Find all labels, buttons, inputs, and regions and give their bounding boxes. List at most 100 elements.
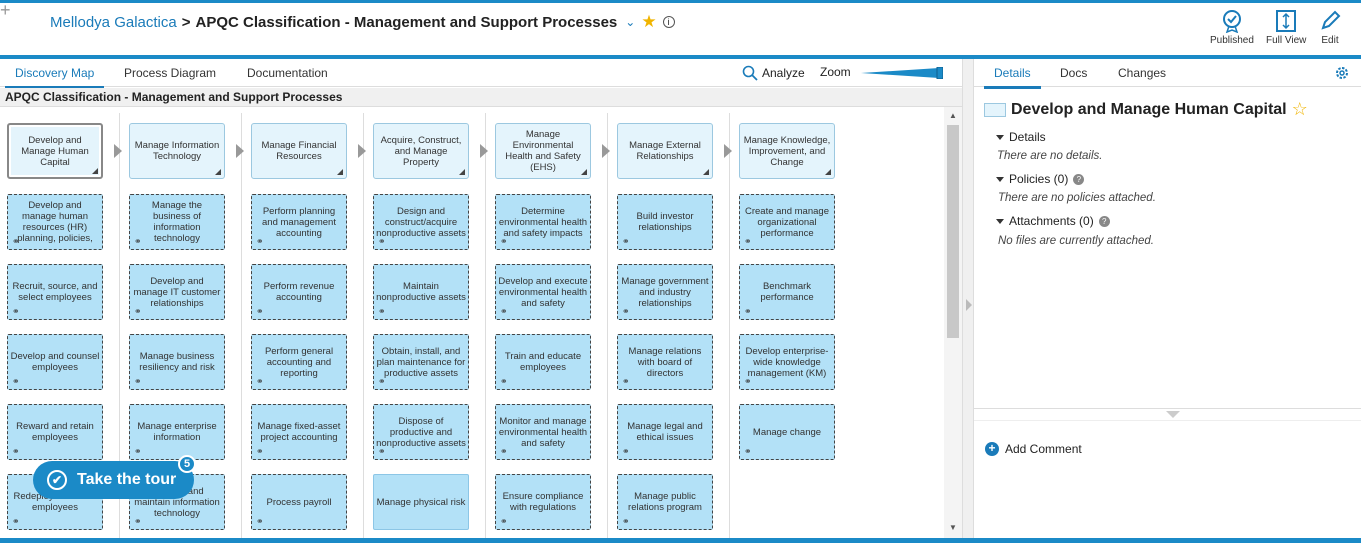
left-tab-bar: Discovery Map Process Diagram Documentat… [0, 59, 962, 89]
scroll-up-icon[interactable]: ▲ [949, 111, 957, 120]
tab-details[interactable]: Details [984, 66, 1041, 89]
process-child-box[interactable]: Create and manage organizational perform… [739, 194, 835, 250]
process-child-box[interactable]: Manage fixed-asset project accounting ⚭ [251, 404, 347, 460]
link-icon: ⚭ [622, 516, 630, 526]
plus-circle-icon: + [985, 442, 999, 456]
details-section-toggle[interactable]: Details [996, 130, 1046, 144]
link-icon: ⚭ [134, 446, 142, 456]
process-child-label: Develop and manage IT customer relations… [133, 275, 221, 309]
process-child-box[interactable]: Manage enterprise information ⚭ [129, 404, 225, 460]
pane-splitter[interactable] [962, 59, 974, 538]
process-header-box[interactable]: Manage Information Technology [129, 123, 225, 179]
process-header-box[interactable]: Manage External Relationships [617, 123, 713, 179]
flow-arrow-icon [602, 144, 610, 158]
process-child-box[interactable]: Manage business resiliency and risk ⚭ [129, 334, 225, 390]
process-child-box[interactable]: Determine environmental health and safet… [495, 194, 591, 250]
process-child-label: Train and educate employees [504, 351, 582, 373]
link-icon: ⚭ [500, 236, 508, 246]
tab-documentation[interactable]: Documentation [247, 66, 328, 80]
drilldown-corner-icon [215, 169, 221, 175]
process-header-box[interactable]: Acquire, Construct, and Manage Property [373, 123, 469, 179]
gear-icon[interactable] [1334, 65, 1350, 81]
zoom-slider[interactable] [861, 67, 943, 79]
process-child-label: Build investor relationships [636, 211, 694, 233]
right-tab-bar: Details Docs Changes [974, 59, 1361, 89]
process-child-box[interactable]: Benchmark performance ⚭ [739, 264, 835, 320]
process-child-box[interactable]: Recruit, source, and select employees ⚭ [7, 264, 103, 320]
process-child-box[interactable]: Monitor and manage environmental health … [495, 404, 591, 460]
info-icon[interactable]: i [662, 16, 675, 28]
attachments-section-toggle[interactable]: Attachments (0) ? [996, 214, 1110, 228]
add-comment-button[interactable]: + Add Comment [985, 442, 1082, 456]
breadcrumb-link[interactable]: Mellodya Galactica [50, 14, 177, 31]
process-child-label: Manage legal and ethical issues [627, 421, 703, 443]
policies-section-toggle[interactable]: Policies (0) ? [996, 172, 1085, 186]
process-child-label: Ensure compliance with regulations [502, 491, 584, 513]
process-child-box[interactable]: Manage government and industry relations… [617, 264, 713, 320]
process-child-label: Benchmark performance [760, 281, 814, 303]
tab-process-diagram[interactable]: Process Diagram [124, 66, 216, 80]
process-child-label: Manage relations with board of directors [628, 345, 702, 379]
process-child-box[interactable]: Develop and counsel employees ⚭ [7, 334, 103, 390]
edit-button[interactable]: Edit [1318, 9, 1342, 46]
help-icon[interactable]: ? [1098, 215, 1110, 227]
process-child-box[interactable]: Train and educate employees ⚭ [495, 334, 591, 390]
process-child-box[interactable]: Manage relations with board of directors… [617, 334, 713, 390]
scrollbar-thumb[interactable] [947, 125, 959, 338]
process-child-box[interactable]: Develop and manage human resources (HR) … [7, 194, 103, 250]
process-child-box[interactable]: Manage the business of information techn… [129, 194, 225, 250]
help-icon[interactable]: ? [1073, 173, 1085, 185]
process-child-box[interactable]: Develop and manage IT customer relations… [129, 264, 225, 320]
process-child-box[interactable]: Manage change ⚭ [739, 404, 835, 460]
details-section-label: Details [1009, 130, 1046, 144]
vertical-scrollbar[interactable]: ▲ ▼ [944, 107, 962, 538]
take-the-tour-button[interactable]: ✔ Take the tour 5 [33, 455, 196, 499]
process-header-box[interactable]: Manage Environmental Health and Safety (… [495, 123, 591, 179]
tab-docs[interactable]: Docs [1060, 66, 1087, 80]
process-child-box[interactable]: Design and construct/acquire nonproducti… [373, 194, 469, 250]
chevron-down-icon[interactable]: ⌄ [625, 15, 635, 29]
favorite-star-icon[interactable]: ☆ [1292, 99, 1308, 120]
process-child-box[interactable]: Build investor relationships ⚭ [617, 194, 713, 250]
process-child-box[interactable]: Reward and retain employees ⚭ [7, 404, 103, 460]
link-icon: ⚭ [744, 236, 752, 246]
process-child-box[interactable]: Manage legal and ethical issues ⚭ [617, 404, 713, 460]
process-child-box[interactable]: Dispose of productive and nonproductive … [373, 404, 469, 460]
process-child-box[interactable]: Perform general accounting and reporting… [251, 334, 347, 390]
process-header-box[interactable]: Manage Knowledge, Improvement, and Chang… [739, 123, 835, 179]
analyze-button[interactable]: Analyze [742, 65, 805, 81]
process-child-label: Manage business resiliency and risk [139, 351, 215, 373]
flow-arrow-icon [358, 144, 366, 158]
process-child-label: Manage the business of information techn… [151, 200, 203, 244]
process-header-box[interactable]: Manage Financial Resources [251, 123, 347, 179]
flow-arrow-icon [114, 144, 122, 158]
tab-discovery-map[interactable]: Discovery Map [4, 66, 105, 89]
favorite-star-icon[interactable]: ★ [641, 12, 656, 32]
comments-divider [974, 408, 1361, 409]
process-child-box[interactable]: Obtain, install, and plan maintenance fo… [373, 334, 469, 390]
link-icon: ⚭ [256, 236, 264, 246]
process-child-box[interactable]: Perform planning and management accounti… [251, 194, 347, 250]
link-icon: ⚭ [744, 376, 752, 386]
process-child-box[interactable]: Develop and execute environmental health… [495, 264, 591, 320]
process-child-box[interactable]: Develop enterprise-wide knowledge manage… [739, 334, 835, 390]
process-child-box[interactable]: Ensure compliance with regulations ⚭ [495, 474, 591, 530]
scroll-down-icon[interactable]: ▼ [949, 523, 957, 532]
process-child-box[interactable]: Manage public relations program ⚭ [617, 474, 713, 530]
process-header-box[interactable]: Develop and Manage Human Capital [7, 123, 103, 179]
tab-changes[interactable]: Changes [1118, 66, 1166, 80]
link-icon: ⚭ [622, 306, 630, 316]
collapse-arrow-icon[interactable] [1166, 411, 1180, 418]
zoom-label: Zoom [820, 65, 851, 79]
expand-arrow-icon[interactable] [966, 299, 972, 311]
published-check-icon [1222, 10, 1241, 33]
process-child-box[interactable]: Process payroll ⚭ [251, 474, 347, 530]
process-child-box[interactable]: Manage physical risk [373, 474, 469, 530]
published-button[interactable]: Published [1210, 9, 1254, 46]
link-icon: ⚭ [12, 516, 20, 526]
process-child-box[interactable]: Perform revenue accounting ⚭ [251, 264, 347, 320]
link-icon: ⚭ [744, 306, 752, 316]
flow-arrow-icon [724, 144, 732, 158]
process-child-box[interactable]: Maintain nonproductive assets ⚭ [373, 264, 469, 320]
full-view-button[interactable]: Full View [1266, 9, 1306, 46]
